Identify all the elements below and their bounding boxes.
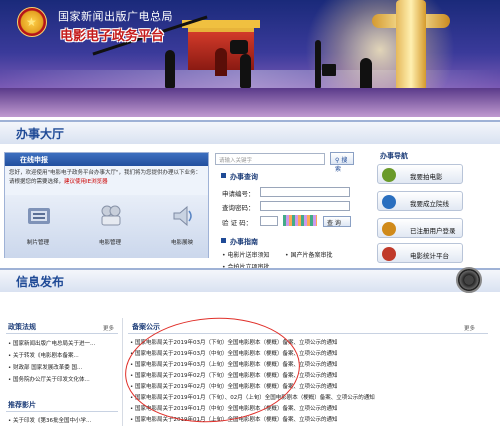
application-no-label: 申请编号： — [222, 190, 255, 198]
recommended-title: 推荐影片 — [8, 401, 36, 409]
nav-make-film[interactable]: 我要拍电影 — [377, 164, 463, 184]
camera-silhouette — [230, 40, 248, 54]
projector-icon — [99, 205, 123, 227]
online-application-notice: 您好，欢迎使用"电影电子政务平台办事大厅"，我们将为您提供办理以下业务：请根据您… — [5, 166, 208, 187]
tile-label: 电影展映 — [170, 240, 193, 246]
user-icon — [382, 222, 396, 236]
film-strip-icon — [382, 168, 396, 182]
film-reel-icon — [27, 205, 51, 227]
captcha-label: 验 证 码： — [222, 219, 253, 227]
query-button[interactable]: 查 询 — [323, 216, 351, 227]
query-button-label: 查 询 — [327, 220, 341, 227]
announcements-title: 备案公示 — [132, 323, 160, 331]
cameraman-silhouette — [240, 54, 251, 88]
banner-stage-floor — [0, 88, 500, 117]
nav-statistics-platform[interactable]: 电影统计平台 — [377, 243, 463, 263]
tripod-light-silhouette — [315, 40, 321, 88]
nav-label: 我要成立院线 — [410, 200, 449, 208]
business-guide-title: 办事指南 — [221, 238, 258, 246]
search-input[interactable]: 请输入关键字 — [215, 153, 325, 165]
captcha-image[interactable] — [283, 215, 317, 226]
online-application-panel: 在线申报 您好，欢迎使用"电影电子政务平台办事大厅"，我们将为您提供办理以下业务… — [4, 152, 209, 258]
policy-item[interactable]: 国务院办公厅关于印发文化体... — [8, 375, 118, 383]
policy-divider — [6, 333, 118, 334]
policy-more-link[interactable]: 更多 — [103, 324, 114, 332]
online-application-title: 在线申报 — [5, 153, 208, 166]
announcements-more-link[interactable]: 更多 — [464, 324, 475, 332]
tile-label: 制片管理 — [26, 240, 49, 246]
column-divider — [122, 318, 123, 426]
chart-icon — [382, 247, 396, 261]
password-label: 查询密码： — [222, 204, 255, 212]
application-tiles: 制片管理 电影管理 电影展映 — [5, 195, 208, 258]
tile-film-exhibition[interactable]: 电影展映 — [157, 195, 207, 258]
business-query-title: 办事查询 — [221, 173, 258, 181]
speaker-icon — [171, 205, 195, 227]
policy-item[interactable]: 财政部 国家发展改革委 国... — [8, 363, 118, 371]
nav-label: 已注册用户登录 — [410, 227, 456, 235]
recommended-item[interactable]: 关于印发《第36批全国中小学... — [8, 416, 118, 424]
org-name: 国家新闻出版广电总局 — [58, 10, 173, 23]
header-banner: ★ 国家新闻出版广电总局 电影电子政务平台 — [0, 0, 500, 117]
info-release-bar: 信息发布 — [0, 268, 500, 292]
clapperboard-silhouette — [322, 64, 336, 76]
info-release-title: 信息发布 — [16, 275, 65, 289]
tile-film-management[interactable]: 电影管理 — [85, 195, 135, 258]
guide-link-film-review[interactable]: 电影片送审须知 — [222, 250, 269, 259]
password-field[interactable] — [260, 201, 350, 211]
search-icon: ⚲ — [335, 157, 340, 164]
policy-title: 政策法规 — [8, 323, 36, 331]
film-reel-decoration-icon — [456, 267, 482, 293]
platform-name: 电影电子政务平台 — [60, 29, 165, 44]
guide-link-domestic-record[interactable]: 国产片备案审批 — [285, 250, 332, 259]
tile-label: 电影管理 — [98, 240, 121, 246]
policy-item[interactable]: 国家新闻出版广电总局关于进一... — [8, 339, 118, 347]
nav-user-login[interactable]: 已注册用户登录 — [377, 218, 463, 238]
service-hall-bar: 办事大厅 — [0, 120, 500, 144]
nav-label: 电影统计平台 — [410, 252, 449, 260]
building-icon — [382, 195, 396, 209]
nav-label: 我要拍电影 — [410, 173, 443, 181]
recommended-divider — [6, 411, 118, 412]
national-emblem-icon: ★ — [17, 7, 47, 37]
captcha-field[interactable] — [260, 216, 278, 226]
service-hall-title: 办事大厅 — [16, 127, 65, 141]
application-no-field[interactable] — [260, 187, 350, 197]
filmmaker-silhouette — [165, 50, 175, 88]
service-nav-title: 办事导航 — [380, 152, 408, 160]
nav-establish-cinema-chain[interactable]: 我要成立院线 — [377, 191, 463, 211]
search-button[interactable]: ⚲ 搜索 — [330, 152, 354, 173]
policy-item[interactable]: 关于转发《电影剧本备案... — [8, 351, 118, 359]
tile-production-management[interactable]: 制片管理 — [13, 195, 63, 258]
notice-highlight: 建议使用IE浏览器 — [64, 179, 108, 185]
